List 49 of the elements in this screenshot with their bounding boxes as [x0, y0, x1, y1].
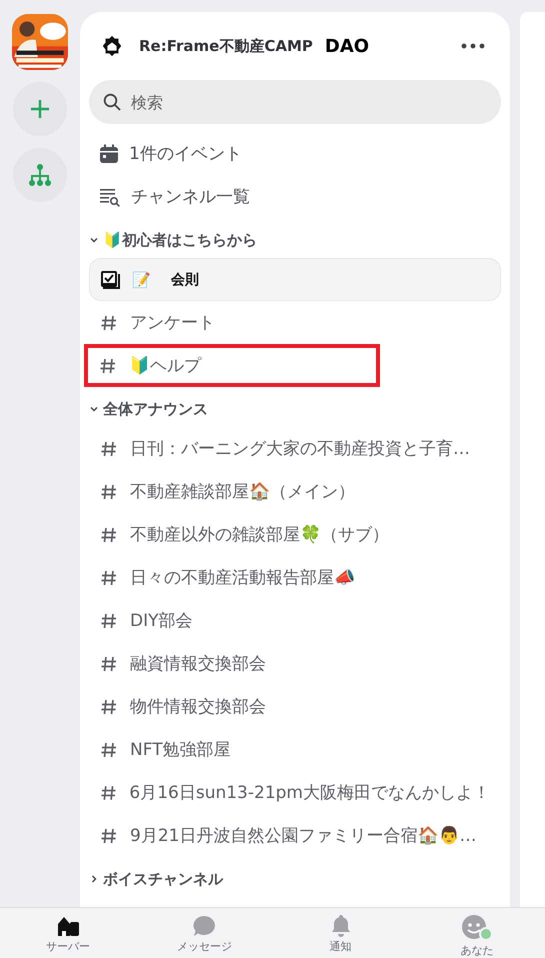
- hash-icon: [100, 654, 118, 672]
- channel-item[interactable]: 物件情報交換部会: [89, 685, 501, 728]
- rules-icon: [100, 270, 120, 290]
- nav-tab[interactable]: メッセージ: [136, 908, 272, 958]
- search-field[interactable]: 検索: [89, 80, 501, 124]
- list-search-icon: [99, 186, 121, 206]
- channel-item[interactable]: NFT勉強部屋: [89, 728, 501, 771]
- channel-item[interactable]: 日刊：バーニング大家の不動産投資と子育…: [89, 427, 501, 470]
- channel-item[interactable]: 不動産雑談部屋🏠（メイン）: [89, 470, 501, 513]
- category-header[interactable]: 🔰初心者はこちらから: [89, 218, 501, 258]
- search-icon: [103, 93, 121, 111]
- hash-icon: [100, 612, 118, 630]
- server-badge-icon: [101, 35, 123, 57]
- hash-icon: [100, 784, 118, 802]
- channel-item[interactable]: 6月16日sun13-21pm大阪梅田でなんかしよ！: [89, 771, 501, 814]
- category-header[interactable]: 全体アナウンス: [89, 387, 501, 427]
- shortcut-item[interactable]: 1件のイベント: [89, 132, 501, 175]
- hierarchy-icon: [28, 163, 52, 187]
- nav-tab[interactable]: 通知: [272, 908, 409, 958]
- hash-icon: [100, 440, 118, 458]
- server-name[interactable]: Re:Frame不動産CAMP: [139, 36, 313, 56]
- channel-item[interactable]: DIY部会: [89, 599, 501, 642]
- channel-item[interactable]: 9月21日丹波自然公園ファミリー合宿🏠👨…: [89, 814, 501, 857]
- avatar-icon: [460, 914, 494, 942]
- nav-tab[interactable]: あなた: [408, 908, 545, 958]
- hash-icon: [100, 826, 118, 844]
- category-header[interactable]: ボイスチャンネル: [89, 857, 501, 897]
- plus-icon: [29, 98, 51, 120]
- hash-icon: [100, 314, 118, 332]
- chat-bubble-icon: [191, 914, 218, 938]
- hash-icon: [100, 740, 118, 758]
- hash-icon: [100, 568, 118, 586]
- hash-icon: [99, 356, 117, 374]
- memo-emoji: 📝: [132, 270, 151, 288]
- channel-item[interactable]: 📝 会則: [89, 258, 501, 301]
- ellipsis-icon: [461, 43, 485, 49]
- hash-icon: [100, 698, 118, 716]
- calendar-icon: [99, 144, 119, 164]
- hash-icon: [100, 526, 118, 544]
- server-avatar[interactable]: [12, 14, 68, 70]
- channel-item[interactable]: 融資情報交換部会: [89, 642, 501, 685]
- hash-icon: [100, 482, 118, 500]
- nav-tab[interactable]: サーバー: [0, 908, 136, 958]
- server-name-suffix: DAO: [324, 36, 370, 56]
- channel-item[interactable]: アンケート: [89, 301, 501, 344]
- channel-item[interactable]: 日々の不動産活動報告部屋📣: [89, 556, 501, 599]
- channel-item[interactable]: 🔰ヘルプ: [84, 344, 380, 387]
- channel-item[interactable]: 不動産以外の雑談部屋🍀（サブ）: [89, 513, 501, 556]
- shortcut-item[interactable]: チャンネル一覧: [89, 175, 501, 218]
